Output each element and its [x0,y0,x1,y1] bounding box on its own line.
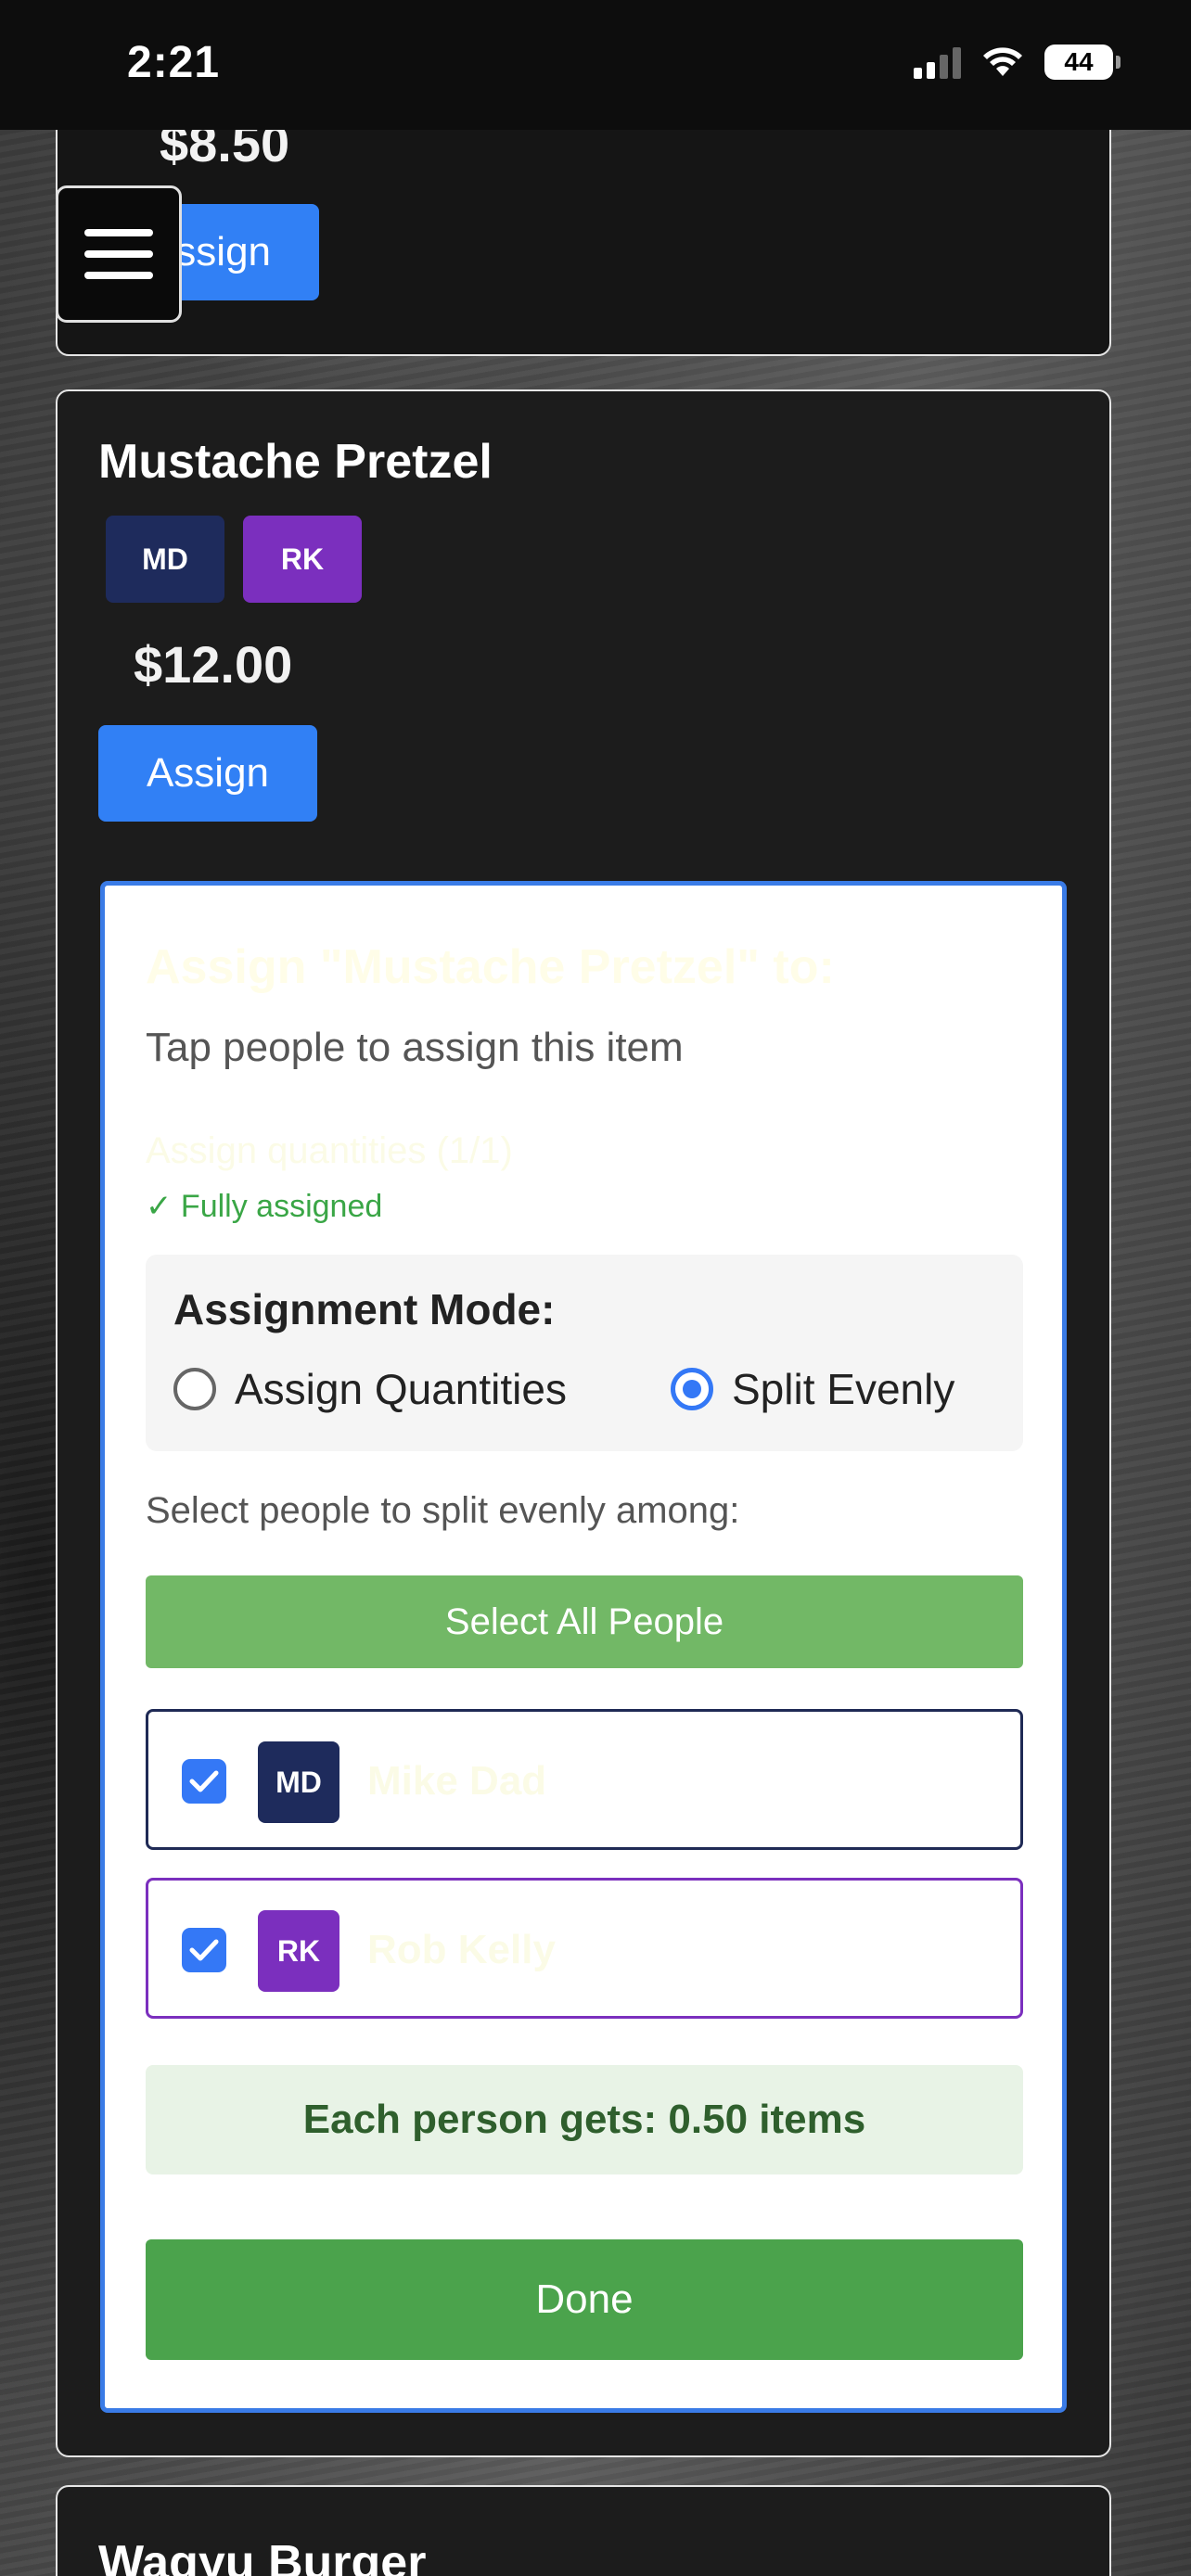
panel-subtitle: Tap people to assign this item [146,1025,684,1070]
radio-label: Assign Quantities [235,1365,567,1413]
person-name: Mike Dad [367,1758,547,1804]
quantity-summary: Assign quantities (1/1) [146,1130,513,1171]
assign-button[interactable]: Assign [98,725,317,822]
status-bar: 2:21 44 [0,0,1191,130]
split-prompt: Select people to split evenly among: [146,1490,740,1531]
done-button[interactable]: Done [146,2239,1023,2360]
split-result: Each person gets: 0.50 items [146,2065,1023,2174]
select-all-people-button[interactable]: Select All People [146,1575,1023,1668]
item-title: Wagyu Burger [98,2536,427,2576]
person-row-rk[interactable]: RK Rob Kelly [146,1878,1023,2019]
assign-panel: Assign "Mustache Pretzel" to: Tap people… [100,881,1067,2413]
item-price: $12.00 [134,635,293,694]
item-title: Mustache Pretzel [98,435,493,489]
radio-label: Split Evenly [732,1365,955,1413]
panel-title: Assign "Mustache Pretzel" to: [146,940,835,994]
radio-assign-quantities[interactable]: Assign Quantities [173,1364,567,1414]
assignment-mode-box: Assignment Mode: Assign Quantities Split… [146,1255,1023,1451]
battery-icon: 44 [1044,45,1121,80]
radio-checked-icon[interactable] [671,1368,713,1410]
checkbox-checked-icon[interactable] [182,1928,226,1972]
avatar: RK [258,1910,339,1992]
wifi-icon [983,47,1022,76]
cellular-signal-icon [914,45,961,79]
checkbox-checked-icon[interactable] [182,1759,226,1804]
radio-split-evenly[interactable]: Split Evenly [671,1364,954,1414]
item-card-wagyu-burger: Wagyu Burger [56,2485,1111,2576]
avatar-md: MD [106,516,224,603]
status-time: 2:21 [127,38,221,87]
radio-unchecked-icon[interactable] [173,1368,216,1410]
assignment-mode-label: Assignment Mode: [173,1285,556,1333]
avatar: MD [258,1741,339,1823]
avatar-rk: RK [243,516,362,603]
item-card-mustache-pretzel: Mustache Pretzel MD RK $12.00 Assign Ass… [56,389,1111,2457]
assignment-status: ✓ Fully assigned [146,1189,383,1224]
person-name: Rob Kelly [367,1927,556,1972]
person-row-md[interactable]: MD Mike Dad [146,1709,1023,1850]
menu-icon[interactable] [56,185,182,323]
